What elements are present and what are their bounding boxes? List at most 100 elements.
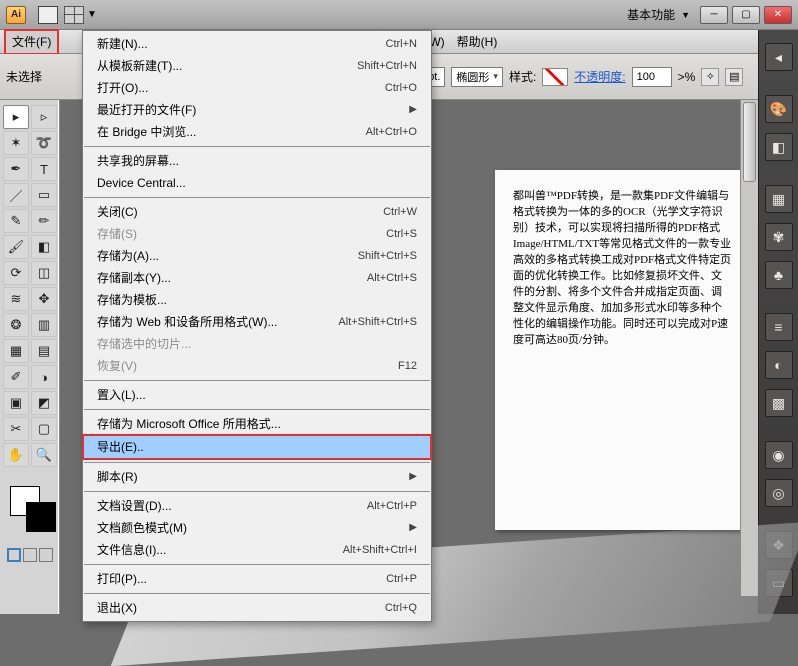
dropdown-caret-icon[interactable]: ▼ — [87, 9, 97, 20]
quick-swatch-icon[interactable] — [38, 6, 58, 24]
stroke-panel-icon[interactable]: ≡ — [765, 313, 793, 341]
menu-new[interactable]: 新建(N)...Ctrl+N — [83, 33, 431, 55]
menu-share-screen[interactable]: 共享我的屏幕... — [83, 150, 431, 172]
blob-brush-tool[interactable]: 🖌 — [3, 235, 29, 259]
menu-save-ms-office[interactable]: 存储为 Microsoft Office 所用格式... — [83, 413, 431, 435]
artboard-tool[interactable]: ▢ — [31, 417, 57, 441]
rotate-tool[interactable]: ⟳ — [3, 261, 29, 285]
appearance-panel-icon[interactable]: ◉ — [765, 441, 793, 469]
menu-place[interactable]: 置入(L)... — [83, 384, 431, 406]
minimize-button[interactable]: ─ — [700, 6, 728, 24]
mesh-tool[interactable]: ▦ — [3, 339, 29, 363]
selection-tool[interactable]: ▸ — [3, 105, 29, 129]
document-text: 都叫兽™PDF转换，是一款集PDF文件编辑与格式转换为一体的多的OCR（光学文字… — [513, 188, 732, 348]
panel-expand-icon[interactable]: ◂ — [765, 43, 793, 71]
menu-bridge[interactable]: 在 Bridge 中浏览...Alt+Ctrl+O — [83, 121, 431, 143]
graphic-styles-panel-icon[interactable]: ◎ — [765, 479, 793, 507]
color-panel-icon[interactable]: 🎨 — [765, 95, 793, 123]
stroke-swatch[interactable] — [26, 502, 56, 532]
color-guide-panel-icon[interactable]: ◧ — [765, 133, 793, 161]
draw-mode-inside[interactable] — [39, 548, 53, 562]
menu-separator — [84, 197, 430, 198]
menu-save-web[interactable]: 存储为 Web 和设备所用格式(W)...Alt+Shift+Ctrl+S — [83, 311, 431, 333]
shape-value: 椭圆形 — [456, 69, 489, 85]
workspace-label[interactable]: 基本功能 — [627, 6, 675, 23]
dropdown-caret-icon[interactable]: ▼ — [681, 10, 690, 20]
opacity-combo[interactable]: 100 — [632, 67, 672, 87]
artboard-page[interactable]: 都叫兽™PDF转换，是一款集PDF文件编辑与格式转换为一体的多的OCR（光学文字… — [495, 170, 750, 530]
eraser-tool[interactable]: ◧ — [31, 235, 57, 259]
graph-tool[interactable]: ▥ — [31, 313, 57, 337]
menu-help[interactable]: 帮助(H) — [451, 31, 504, 53]
menu-export[interactable]: 导出(E).. — [83, 435, 431, 459]
gradient-panel-icon[interactable]: ◐ — [765, 351, 793, 379]
slice-tool[interactable]: ✂ — [3, 417, 29, 441]
brushes-panel-icon[interactable]: ✾ — [765, 223, 793, 251]
arrange-docs-icon[interactable] — [64, 6, 84, 24]
gradient-tool[interactable]: ▤ — [31, 339, 57, 363]
blend-tool[interactable]: ◑ — [31, 365, 57, 389]
file-menu-dropdown: 新建(N)...Ctrl+N 从模板新建(T)...Shift+Ctrl+N 打… — [82, 30, 432, 622]
menu-separator — [84, 593, 430, 594]
live-select-tool[interactable]: ◩ — [31, 391, 57, 415]
pencil-tool[interactable]: ✏ — [31, 209, 57, 233]
draw-mode-behind[interactable] — [23, 548, 37, 562]
symbols-panel-icon[interactable]: ♣ — [765, 261, 793, 289]
menu-save-template[interactable]: 存储为模板... — [83, 289, 431, 311]
menu-device-central[interactable]: Device Central... — [83, 172, 431, 194]
menu-save-as[interactable]: 存储为(A)...Shift+Ctrl+S — [83, 245, 431, 267]
menu-exit[interactable]: 退出(X)Ctrl+Q — [83, 597, 431, 619]
menu-revert: 恢复(V)F12 — [83, 355, 431, 377]
panel-menu-icon[interactable]: ▤ — [725, 68, 743, 86]
opacity-link[interactable]: 不透明度: — [574, 68, 625, 85]
free-transform-tool[interactable]: ✥ — [31, 287, 57, 311]
menu-open[interactable]: 打开(O)...Ctrl+O — [83, 77, 431, 99]
submenu-arrow-icon: ▶ — [409, 102, 417, 118]
vertical-scrollbar[interactable] — [740, 100, 758, 596]
magic-wand-tool[interactable]: ✶ — [3, 131, 29, 155]
zoom-tool[interactable]: 🔍 — [31, 443, 57, 467]
menu-save-copy[interactable]: 存储副本(Y)...Alt+Ctrl+S — [83, 267, 431, 289]
hand-tool[interactable]: ✋ — [3, 443, 29, 467]
menu-recent[interactable]: 最近打开的文件(F)▶ — [83, 99, 431, 121]
type-tool[interactable]: T — [31, 157, 57, 181]
menu-save-slices: 存储选中的切片... — [83, 333, 431, 355]
dropdown-caret-icon: ▾ — [493, 71, 498, 82]
menu-file-info[interactable]: 文件信息(I)...Alt+Shift+Ctrl+I — [83, 539, 431, 561]
close-button[interactable]: ✕ — [764, 6, 792, 24]
menu-new-template[interactable]: 从模板新建(T)...Shift+Ctrl+N — [83, 55, 431, 77]
menu-print[interactable]: 打印(P)...Ctrl+P — [83, 568, 431, 590]
pen-tool[interactable]: ✒ — [3, 157, 29, 181]
prefs-icon[interactable]: ✧ — [701, 68, 719, 86]
scrollbar-thumb[interactable] — [743, 102, 756, 182]
menu-scripts[interactable]: 脚本(R)▶ — [83, 466, 431, 488]
shape-combo[interactable]: 椭圆形 ▾ — [451, 67, 503, 87]
app-logo-icon[interactable]: Ai — [6, 6, 26, 24]
direct-select-tool[interactable]: ▹ — [31, 105, 57, 129]
selection-status: 未选择 — [6, 68, 42, 85]
rect-tool[interactable]: ▭ — [31, 183, 57, 207]
lasso-tool[interactable]: ➰ — [31, 131, 57, 155]
menu-separator — [84, 462, 430, 463]
scale-tool[interactable]: ◫ — [31, 261, 57, 285]
opacity-value: 100 — [637, 71, 655, 83]
menu-doc-setup[interactable]: 文档设置(D)...Alt+Ctrl+P — [83, 495, 431, 517]
symbol-tool[interactable]: ❂ — [3, 313, 29, 337]
line-tool[interactable]: ／ — [3, 183, 29, 207]
menu-color-mode[interactable]: 文档颜色模式(M)▶ — [83, 517, 431, 539]
submenu-arrow-icon: ▶ — [409, 469, 417, 485]
menu-close[interactable]: 关闭(C)Ctrl+W — [83, 201, 431, 223]
color-swatch-block[interactable] — [6, 482, 53, 542]
style-label: 样式: — [509, 68, 536, 85]
style-swatch[interactable] — [542, 68, 568, 86]
maximize-button[interactable]: ▢ — [732, 6, 760, 24]
menu-file[interactable]: 文件(F) — [4, 29, 59, 55]
brush-tool[interactable]: ✎ — [3, 209, 29, 233]
swatches-panel-icon[interactable]: ▦ — [765, 185, 793, 213]
draw-mode-normal[interactable] — [7, 548, 21, 562]
warp-tool[interactable]: ≋ — [3, 287, 29, 311]
transparency-panel-icon[interactable]: ▩ — [765, 389, 793, 417]
submenu-arrow-icon: ▶ — [409, 520, 417, 536]
eyedropper-tool[interactable]: ✐ — [3, 365, 29, 389]
live-paint-tool[interactable]: ▣ — [3, 391, 29, 415]
